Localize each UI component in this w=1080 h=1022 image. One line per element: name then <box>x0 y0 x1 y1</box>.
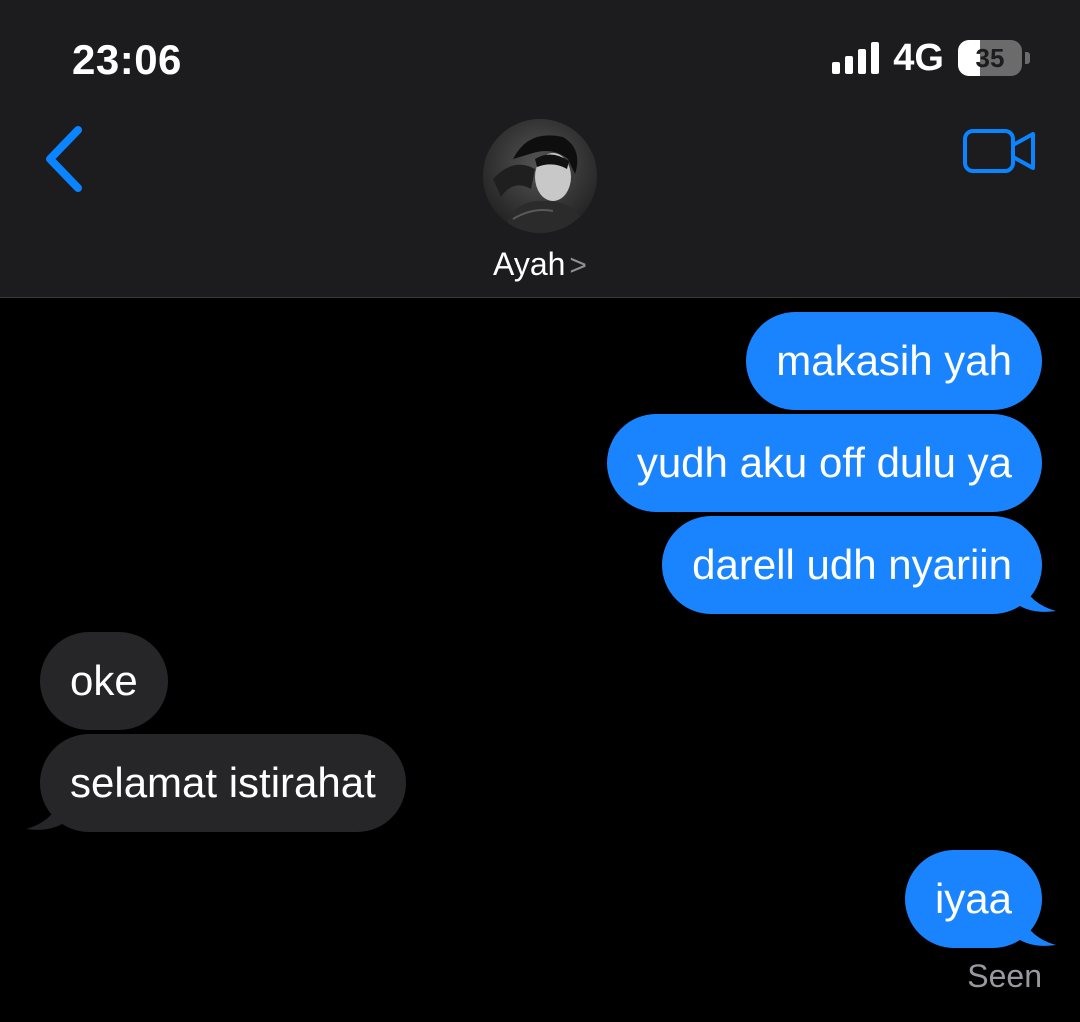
video-camera-icon <box>963 129 1035 173</box>
video-call-button[interactable] <box>962 126 1038 176</box>
read-receipt: Seen <box>967 958 1042 994</box>
battery-percent: 35 <box>975 43 1005 73</box>
status-time: 23:06 <box>72 36 182 83</box>
message-text: oke <box>70 657 138 704</box>
message-bubble-sent[interactable]: yudh aku off dulu ya <box>606 414 1042 512</box>
network-type: 4G <box>893 36 944 79</box>
message-text: darell udh nyariin <box>692 541 1012 588</box>
bubble-tail-sent <box>1020 914 1056 946</box>
message-bubble-received[interactable]: oke <box>40 632 168 730</box>
contact-avatar[interactable] <box>483 119 597 233</box>
chevron-right-icon: > <box>569 249 587 282</box>
bubble-tail-sent <box>1020 580 1056 612</box>
message-bubble-sent[interactable]: darell udh nyariin <box>662 516 1042 614</box>
message-text: selamat istirahat <box>70 759 376 806</box>
back-button[interactable] <box>40 124 90 194</box>
cellular-signal-icon <box>832 42 880 74</box>
contact-name-button[interactable]: Ayah > <box>0 246 1080 283</box>
message-text: iyaa <box>934 875 1012 922</box>
message-bubble-received[interactable]: selamat istirahat <box>40 734 406 832</box>
message-text: makasih yah <box>776 337 1012 384</box>
chevron-left-icon <box>46 126 82 192</box>
message-text: yudh aku off dulu ya <box>636 439 1012 486</box>
battery-icon: 35 <box>958 40 1030 76</box>
contact-photo <box>483 119 597 233</box>
message-bubble-sent[interactable]: makasih yah <box>746 312 1042 410</box>
conversation-header: 23:06 4G 35 Ayah > <box>0 0 1080 298</box>
status-indicators: 4G 35 <box>832 36 1030 80</box>
contact-name: Ayah <box>493 246 566 282</box>
bubble-tail-received <box>26 798 62 830</box>
